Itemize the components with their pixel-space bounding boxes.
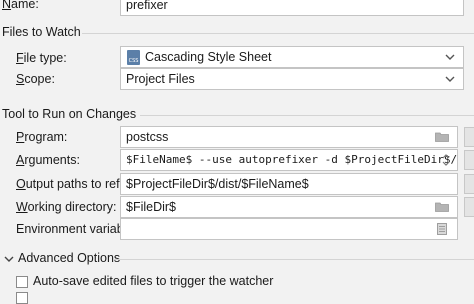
arguments-insert-macro-button[interactable]: [464, 150, 474, 170]
file-type-combo[interactable]: CSS Cascading Style Sheet: [120, 46, 464, 68]
program-value: postcss: [126, 130, 169, 144]
name-input[interactable]: prefixer: [120, 0, 464, 16]
working-directory-label: Working directory:: [16, 200, 117, 214]
next-option-checkbox[interactable]: [16, 292, 28, 304]
advanced-options-toggle[interactable]: Advanced Options: [18, 251, 120, 265]
program-label: Program:: [16, 130, 68, 144]
folder-icon[interactable]: [435, 202, 449, 212]
scope-combo[interactable]: Project Files: [120, 68, 464, 90]
program-input[interactable]: postcss: [120, 126, 458, 148]
folder-icon[interactable]: [435, 132, 449, 142]
program-insert-macro-button[interactable]: [464, 127, 474, 147]
file-type-value: Cascading Style Sheet: [145, 50, 272, 64]
edit-list-icon[interactable]: [437, 223, 447, 235]
working-directory-input[interactable]: $FileDir$: [120, 196, 458, 218]
expand-icon[interactable]: [441, 154, 451, 166]
chevron-down-icon[interactable]: [4, 254, 14, 264]
file-type-label: File type:: [16, 51, 67, 65]
environment-variables-input[interactable]: [120, 218, 458, 240]
arguments-label: Arguments:: [16, 153, 80, 167]
css-file-icon: CSS: [127, 50, 140, 65]
arguments-value: $FileName$ --use autoprefixer -d $Projec…: [126, 153, 458, 166]
output-paths-input[interactable]: $ProjectFileDir$/dist/$FileName$: [120, 173, 458, 195]
chevron-down-icon[interactable]: [445, 73, 455, 85]
arguments-input[interactable]: $FileName$ --use autoprefixer -d $Projec…: [120, 149, 458, 171]
scope-label: Scope:: [16, 72, 55, 86]
section-divider: [82, 33, 474, 34]
section-divider: [140, 115, 474, 116]
files-to-watch-title: Files to Watch: [2, 25, 81, 39]
name-label: Name:: [2, 0, 39, 11]
working-directory-insert-macro-button[interactable]: [464, 197, 474, 217]
auto-save-checkbox[interactable]: [16, 276, 28, 288]
auto-save-label: Auto-save edited files to trigger the wa…: [33, 274, 274, 288]
section-divider: [114, 259, 474, 260]
working-directory-value: $FileDir$: [126, 200, 177, 214]
output-paths-insert-macro-button[interactable]: [464, 174, 474, 194]
tool-title: Tool to Run on Changes: [2, 107, 137, 121]
chevron-down-icon[interactable]: [445, 51, 455, 63]
scope-value: Project Files: [126, 72, 195, 86]
